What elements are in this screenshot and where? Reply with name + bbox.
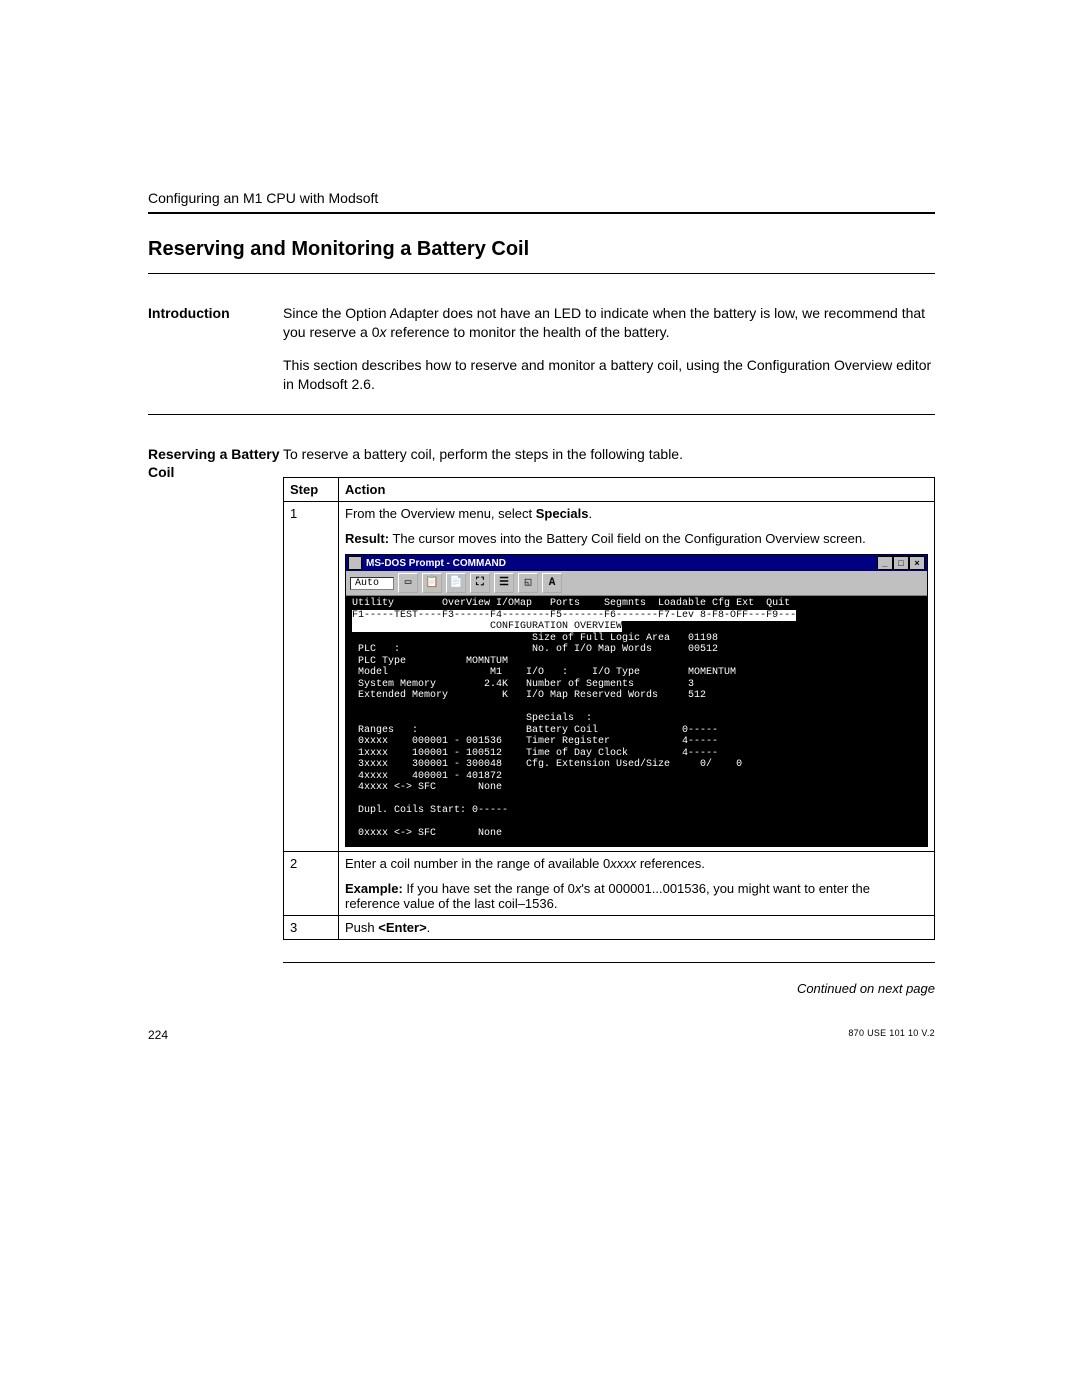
window-buttons: _ □ ×: [877, 556, 925, 570]
rule-after-table: [283, 962, 935, 963]
page-footer: 224 870 USE 101 10 V.2: [148, 1028, 935, 1042]
system-menu-icon[interactable]: [348, 556, 362, 570]
table-row: 2 Enter a coil number in the range of av…: [284, 851, 935, 915]
step-action: Push <Enter>.: [339, 915, 935, 939]
table-header-row: Step Action: [284, 478, 935, 502]
steps-table: Step Action 1 From the Overview menu, se…: [283, 477, 935, 940]
intro-p1: Since the Option Adapter does not have a…: [283, 304, 935, 342]
step-num: 2: [284, 851, 339, 915]
background-icon[interactable]: ◱: [518, 573, 538, 593]
dos-toolbar: Auto ▭ 📋 📄 ⛶ ☰ ◱ A: [346, 571, 927, 596]
intro-p2: This section describes how to reserve an…: [283, 356, 935, 394]
rule-top: [148, 212, 935, 214]
step-num: 1: [284, 502, 339, 852]
table-row: 1 From the Overview menu, select Special…: [284, 502, 935, 852]
properties-icon[interactable]: ☰: [494, 573, 514, 593]
reserve-label: Reserving a Battery Coil: [148, 445, 283, 996]
running-header: Configuring an M1 CPU with Modsoft: [148, 190, 935, 206]
intro-block: Introduction Since the Option Adapter do…: [148, 304, 935, 408]
reserve-block: Reserving a Battery Coil To reserve a ba…: [148, 445, 935, 996]
section-title: Reserving and Monitoring a Battery Coil: [148, 238, 935, 261]
continued-note: Continued on next page: [283, 981, 935, 996]
table-row: 3 Push <Enter>.: [284, 915, 935, 939]
intro-label: Introduction: [148, 304, 283, 408]
font-button[interactable]: A: [542, 573, 562, 593]
step-action: Enter a coil number in the range of avai…: [339, 851, 935, 915]
dos-screenshot: MS-DOS Prompt - COMMAND _ □ × Auto: [345, 554, 928, 847]
rule-under-title: [148, 273, 935, 274]
fullscreen-icon[interactable]: ⛶: [470, 573, 490, 593]
toolbar-btn-1[interactable]: ▭: [398, 573, 418, 593]
page: Configuring an M1 CPU with Modsoft Reser…: [0, 0, 1080, 1397]
reserve-body: To reserve a battery coil, perform the s…: [283, 445, 935, 996]
step-action: From the Overview menu, select Specials.…: [339, 502, 935, 852]
th-action: Action: [339, 478, 935, 502]
minimize-button[interactable]: _: [877, 556, 893, 570]
maximize-button[interactable]: □: [893, 556, 909, 570]
rule-mid: [148, 414, 935, 415]
window-titlebar: MS-DOS Prompt - COMMAND _ □ ×: [346, 555, 927, 571]
close-button[interactable]: ×: [909, 556, 925, 570]
step-num: 3: [284, 915, 339, 939]
window-title: MS-DOS Prompt - COMMAND: [366, 558, 506, 570]
intro-body: Since the Option Adapter does not have a…: [283, 304, 935, 408]
doc-reference: 870 USE 101 10 V.2: [848, 1028, 935, 1042]
reserve-lead: To reserve a battery coil, perform the s…: [283, 445, 935, 464]
th-step: Step: [284, 478, 339, 502]
font-size-dropdown[interactable]: Auto: [350, 577, 394, 591]
dos-screen: Utility OverView I/OMap Ports Segmnts Lo…: [346, 596, 927, 846]
copy-icon[interactable]: 📋: [422, 573, 442, 593]
paste-icon[interactable]: 📄: [446, 573, 466, 593]
page-number: 224: [148, 1028, 168, 1042]
